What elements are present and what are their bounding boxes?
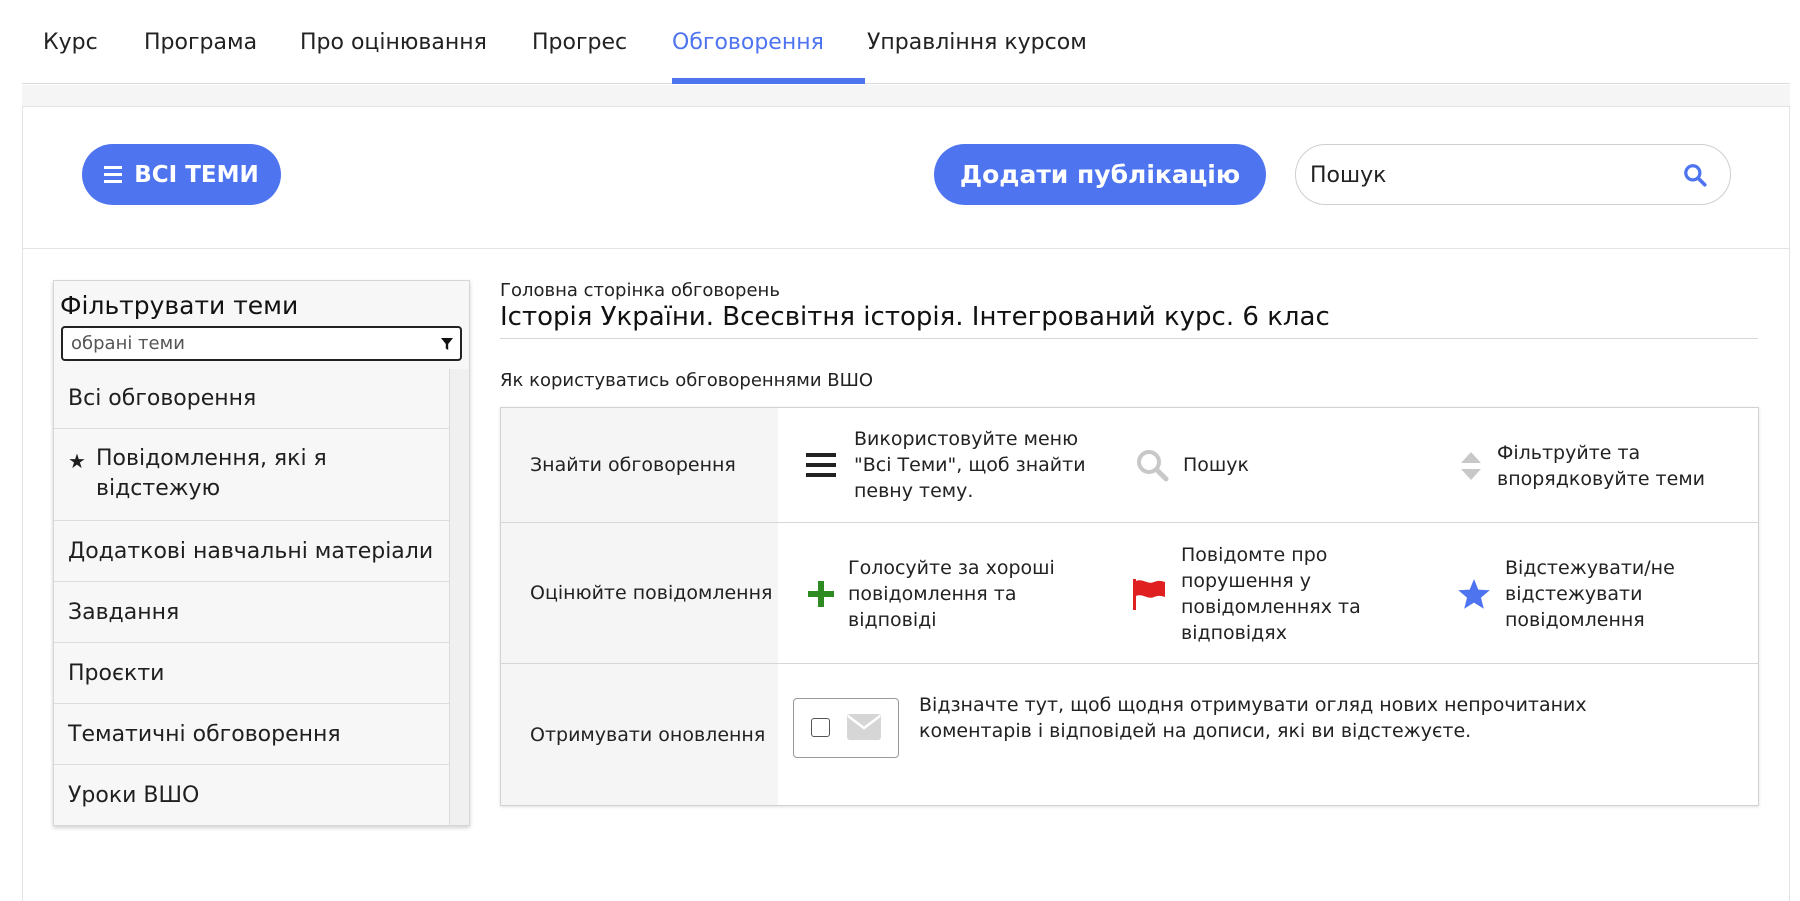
guide-cell-text: Відстежувати/не відстежувати повідомленн… (1505, 557, 1675, 631)
guide-cell-text: Фільтруйте та впорядковуйте теми (1497, 442, 1705, 490)
filter-title: Фільтрувати теми (60, 291, 299, 320)
filter-item-following[interactable]: ★ Повідомлення, які я відстежую (54, 429, 449, 521)
discussion-toolbar: ВСІ ТЕМИ Додати публікацію (23, 107, 1789, 249)
daily-digest-checkbox[interactable] (811, 718, 830, 737)
howto-heading: Як користуватись обговореннями ВШО (500, 370, 874, 391)
guide-row-label: Знайти обговорення (501, 408, 778, 522)
daily-digest-toggle[interactable] (793, 698, 899, 758)
filter-item-label: Проєкти (68, 660, 165, 686)
filter-select[interactable]: обрані теми (61, 326, 462, 361)
filter-item-thematic[interactable]: Тематичні обговорення (54, 704, 449, 765)
search-icon[interactable] (1682, 162, 1708, 188)
guide-cell-menu: Використовуйте меню "Всі Теми", щоб знай… (806, 426, 1096, 504)
search-box (1295, 144, 1731, 205)
envelope-icon (847, 714, 881, 740)
page-title: Історія України. Всесвітня історія. Інте… (500, 302, 1330, 332)
guide-row-label: Отримувати оновлення (501, 664, 778, 805)
guide-cell-vote: Голосуйте за хороші повідомлення та відп… (806, 555, 1096, 633)
filter-item-all-discussions[interactable]: Всі обговорення (54, 369, 449, 429)
guide-cell-text: Голосуйте за хороші повідомлення та відп… (848, 557, 1055, 631)
guide-cell-search: Пошук (1135, 448, 1355, 482)
digest-description: Відзначте тут, щоб щодня отримувати огля… (919, 694, 1587, 742)
filter-item-label: Додаткові навчальні матеріали (68, 538, 434, 564)
guide-row-find: Знайти обговорення Використовуйте меню "… (501, 408, 1758, 523)
filter-item-assignments[interactable]: Завдання (54, 582, 449, 643)
search-icon (1135, 448, 1169, 482)
breadcrumb[interactable]: Головна сторінка обговорень (500, 280, 780, 301)
filter-item-label: Завдання (68, 599, 180, 625)
guide-cell-text: Використовуйте меню "Всі Теми", щоб знай… (854, 428, 1086, 502)
course-tabs: Курс Програма Про оцінювання Прогрес Обг… (22, 0, 1790, 84)
discussion-guide-table: Знайти обговорення Використовуйте меню "… (500, 407, 1759, 806)
all-topics-button[interactable]: ВСІ ТЕМИ (82, 144, 281, 205)
filter-item-projects[interactable]: Проєкти (54, 643, 449, 704)
menu-icon (104, 166, 123, 183)
filter-select-value: обрані теми (71, 333, 185, 354)
guide-cell-text: Пошук (1183, 454, 1250, 476)
filter-item-lessons[interactable]: Уроки ВШО (54, 765, 449, 825)
search-input[interactable] (1310, 157, 1670, 193)
header-divider-strip (22, 85, 1790, 107)
add-post-button[interactable]: Додати публікацію (934, 144, 1266, 205)
guide-cell-follow: Відстежувати/не відстежувати повідомленн… (1457, 555, 1747, 633)
tab-progress[interactable]: Прогрес (532, 30, 627, 55)
menu-icon (806, 452, 836, 478)
filter-item-label: Всі обговорення (68, 386, 257, 411)
guide-row-updates: Отримувати оновлення Відзначте тут, щоб … (501, 664, 1758, 805)
filter-item-label: Повідомлення, які я відстежую (96, 446, 327, 501)
filter-item-label: Уроки ВШО (68, 782, 200, 808)
tab-program[interactable]: Програма (144, 30, 257, 55)
filter-topic-list: Всі обговорення ★ Повідомлення, які я ві… (54, 369, 449, 825)
all-topics-label: ВСІ ТЕМИ (134, 161, 259, 188)
filter-item-extra-materials[interactable]: Додаткові навчальні матеріали (54, 521, 449, 582)
star-icon: ★ (68, 449, 86, 473)
tab-course[interactable]: Курс (43, 30, 98, 55)
title-divider (500, 338, 1758, 339)
filter-scrollbar[interactable] (449, 369, 469, 825)
flag-icon (1131, 577, 1167, 611)
guide-cell-report: Повідомте про порушення у повідомленнях … (1131, 542, 1421, 646)
funnel-icon (441, 338, 453, 350)
guide-cell-text: Повідомте про порушення у повідомленнях … (1181, 544, 1361, 644)
plus-icon (806, 580, 836, 608)
guide-row-rate: Оцінюйте повідомлення Голосуйте за хорош… (501, 523, 1758, 664)
guide-row-label: Оцінюйте повідомлення (501, 523, 778, 663)
tab-course-management[interactable]: Управління курсом (867, 30, 1087, 55)
tab-grading[interactable]: Про оцінювання (300, 30, 487, 55)
tab-discussion[interactable]: Обговорення (672, 30, 824, 55)
topic-filter-panel: Фільтрувати теми обрані теми Всі обговор… (53, 280, 470, 826)
star-icon (1457, 578, 1491, 610)
guide-cell-sort: Фільтруйте та впорядковуйте теми (1459, 440, 1749, 492)
filter-item-label: Тематичні обговорення (68, 721, 341, 747)
active-tab-indicator (672, 78, 865, 84)
sort-icon (1459, 450, 1483, 482)
